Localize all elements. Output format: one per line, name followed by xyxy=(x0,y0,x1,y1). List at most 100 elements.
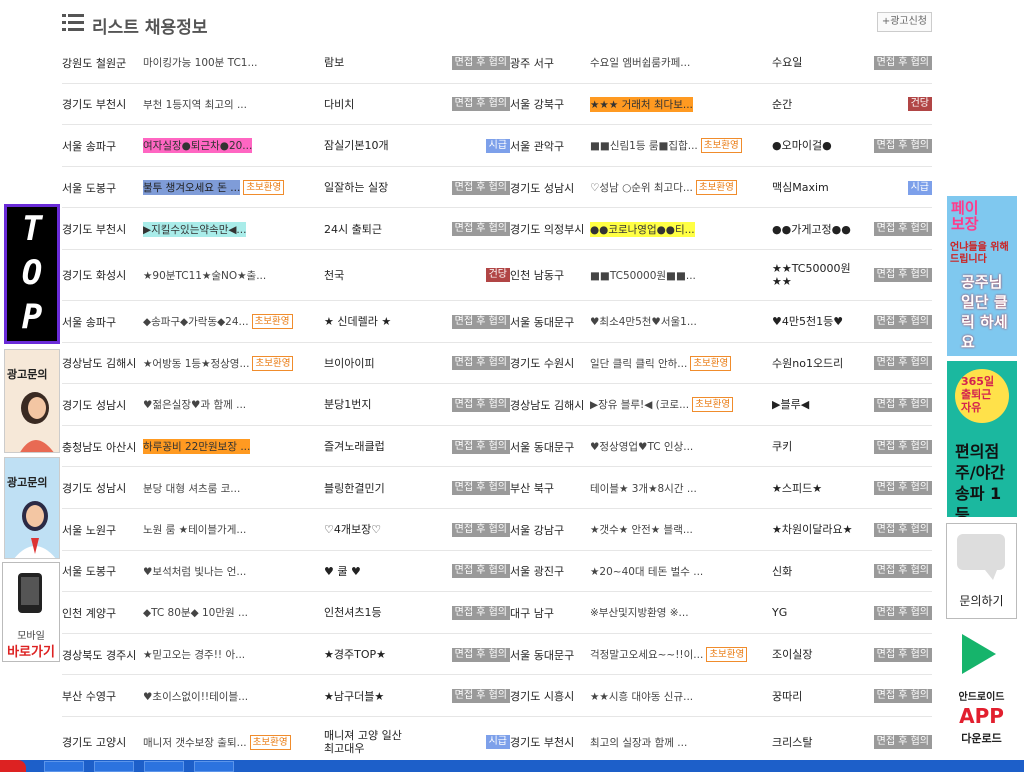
listing-shop-name[interactable]: 신화 xyxy=(772,551,862,593)
listing-region: 서울 동대문구 xyxy=(510,648,575,662)
listing-shop-name[interactable]: 브이아이피 xyxy=(324,343,414,385)
page-title-part2: 채용정보 xyxy=(144,18,208,38)
pay-badge: 면접 후 협의 xyxy=(451,481,510,496)
listing-region: 경기도 시흥시 xyxy=(510,690,575,704)
listing-shop-name[interactable]: ♥4만5천1등♥ xyxy=(772,301,862,343)
listing-title-link[interactable]: ♡성남 ○순위 최고다... 초보환영 xyxy=(590,167,737,209)
banner1-subtitle: 언냐들을 위해드립니다 xyxy=(950,242,1009,265)
listing-shop-name[interactable]: ♡4개보장♡ xyxy=(324,509,414,551)
listing-region: 부산 수영구 xyxy=(62,690,117,704)
listing-shop-name[interactable]: 일잘하는 실장 xyxy=(324,167,414,209)
listing-shop-name[interactable]: ★경주TOP★ xyxy=(324,634,414,676)
listing-shop-name[interactable]: ★남구더블★ xyxy=(324,675,414,717)
listing-title-link[interactable]: ●●코로나영업●●티... xyxy=(590,208,695,250)
woman-illustration-icon xyxy=(20,392,54,452)
listing-title-link[interactable]: 부천 1등지역 최고의 ... xyxy=(143,84,247,126)
listing-shop-name[interactable]: 수요일 xyxy=(772,42,862,84)
listing-title-link[interactable]: 분당 대형 셔츠룸 코... xyxy=(143,467,240,509)
beginner-welcome-badge: 초보환영 xyxy=(692,397,734,413)
listing-title-link[interactable]: ★갯수★ 안전★ 블랙... xyxy=(590,509,693,551)
listing-title-link[interactable]: ★90분TC11★술NO★출... xyxy=(143,250,266,301)
contact-button[interactable]: 문의하기 xyxy=(946,523,1017,619)
listing-shop-name[interactable]: 다비치 xyxy=(324,84,414,126)
taskbar-app[interactable] xyxy=(194,761,234,772)
taskbar-app[interactable] xyxy=(44,761,84,772)
listing-title-link[interactable]: 노원 룸 ★테이블가게... xyxy=(143,509,246,551)
ad-inquiry-banner-1[interactable]: 광고문의 xyxy=(4,349,60,453)
top-button-label: TOP xyxy=(7,207,57,341)
listing-title: ♥최소4만5천♥서울1... xyxy=(590,316,697,329)
listing-shop-name[interactable]: 즐겨노래클럽 xyxy=(324,426,414,468)
ad-inquiry-banner-2[interactable]: 광고문의 xyxy=(4,457,60,559)
listing-shop-name[interactable]: 블링한결민기 xyxy=(324,467,414,509)
listing-shop-name[interactable]: ▶블루◀ xyxy=(772,384,862,426)
listing-title-link[interactable]: ★★시흥 대야동 신규... xyxy=(590,675,693,717)
listing-shop-name[interactable]: 인천셔츠1등 xyxy=(324,592,414,634)
listing-title-link[interactable]: ♥정상영업♥TC 인상... xyxy=(590,426,693,468)
listing-shop-name[interactable]: 잠실기본10개 xyxy=(324,125,414,167)
listing-shop-name[interactable]: 천국 xyxy=(324,250,414,301)
listing-title-link[interactable]: ★★★ 거래처 최다보... xyxy=(590,84,693,126)
listing-shop-name[interactable]: 24시 출퇴근 xyxy=(324,208,414,250)
listing-title-link[interactable]: 여자실장●퇴근차●20... xyxy=(143,125,253,167)
listing-title-link[interactable]: 하루꽁비 22만원보장 ... xyxy=(143,426,251,468)
listing-shop-name[interactable]: 꿍따리 xyxy=(772,675,862,717)
listing-title-link[interactable]: ▶지킬수있는약속만◀... xyxy=(143,208,247,250)
listing-title-link[interactable]: ■■신림1등 룸■집합... 초보환영 xyxy=(590,125,742,167)
listing-title: ♥정상영업♥TC 인상... xyxy=(590,441,694,454)
listing-shop-name[interactable]: ●오마이걸● xyxy=(772,125,862,167)
listing-title-link[interactable]: ■■TC50000원■■... xyxy=(590,250,696,301)
listing-region: 인천 계양구 xyxy=(62,606,117,620)
listing-shop-name[interactable]: YG xyxy=(772,592,862,634)
listing-shop-name[interactable]: ★ 신데렐라 ★ xyxy=(324,301,414,343)
listing-title-link[interactable]: 걱정말고오세요~~!!이... 초보환영 xyxy=(590,634,748,676)
listing-title: ▶장유 블루!◀ (코로... xyxy=(590,399,690,412)
taskbar-app[interactable] xyxy=(94,761,134,772)
list-header: 리스트 채용정보 +광고신청 xyxy=(62,10,932,38)
listing-shop-name[interactable]: 맥심Maxim xyxy=(772,167,862,209)
listing-shop-name[interactable]: 순간 xyxy=(772,84,862,126)
listing-shop-name[interactable]: ★스피드★ xyxy=(772,467,862,509)
listing-shop-name[interactable]: 쿠키 xyxy=(772,426,862,468)
listing-shop-name[interactable]: 람보 xyxy=(324,42,414,84)
listing-title-link[interactable]: 수요일 엠버쉽룸카페... xyxy=(590,42,690,84)
right-banner-pay-guarantee[interactable]: 페이보장 언냐들을 위해드립니다 공주님 일단 클릭 하세요 xyxy=(947,196,1017,356)
mobile-shortcut-button[interactable]: 모바일 바로가기 xyxy=(2,562,60,662)
listing-title-link[interactable]: ◆TC 80분◆ 10만원 ... xyxy=(143,592,248,634)
taskbar-app[interactable] xyxy=(144,761,184,772)
listing-region: 경기도 성남시 xyxy=(510,181,575,195)
listing-shop-name[interactable]: ★★TC50000원★★ xyxy=(772,250,862,301)
listing-shop-name[interactable]: 수원no1오드리 xyxy=(772,343,862,385)
listing-title-link[interactable]: 테이블★ 3개★8시간 ... xyxy=(590,467,697,509)
right-banner-convenience[interactable]: 365일 출퇴근 자유 편의점 주/야간 송파 1등 xyxy=(947,361,1017,517)
listing-title-link[interactable]: ★믿고오는 경주!! 아... xyxy=(143,634,245,676)
listing-title: ◆TC 80분◆ 10만원 ... xyxy=(143,607,249,620)
listing-title-link[interactable]: ◆송파구◆가락동◆24... 초보환영 xyxy=(143,301,293,343)
listing-title-link[interactable]: ♥보석처럼 빛나는 언... xyxy=(143,551,246,593)
listing-title-link[interactable]: ★어방동 1등★정상영... 초보환영 xyxy=(143,343,294,385)
listing-title: 일단 클릭 클릭 안하... xyxy=(590,357,688,370)
listing-title-link[interactable]: ♥최소4만5천♥서울1... xyxy=(590,301,697,343)
mobile-link-label: 바로가기 xyxy=(7,645,55,660)
top-button[interactable]: TOP xyxy=(4,204,60,344)
listing-title: ♥보석처럼 빛나는 언... xyxy=(143,565,247,578)
listing-title: ★★시흥 대야동 신규... xyxy=(590,690,694,703)
listing-title-link[interactable]: ▶장유 블루!◀ (코로... 초보환영 xyxy=(590,384,734,426)
listing-title-link[interactable]: 마이킹가능 100분 TC1... xyxy=(143,42,258,84)
listing-shop-name[interactable]: ♥ 쿨 ♥ xyxy=(324,551,414,593)
listing-title-link[interactable]: 일단 클릭 클릭 안하... 초보환영 xyxy=(590,343,732,385)
listing-title-link[interactable]: ♥젊은실장♥과 함께 ... xyxy=(143,384,246,426)
listing-title-link[interactable]: ※부산및지방환영 ※... xyxy=(590,592,689,634)
start-button[interactable] xyxy=(0,760,26,772)
os-taskbar xyxy=(0,760,1024,772)
listing-shop-name[interactable]: ★차원이달라요★ xyxy=(772,509,862,551)
listing-title-link[interactable]: ♥초이스없이!!테이블... xyxy=(143,675,248,717)
listing-shop-name[interactable]: 조이실장 xyxy=(772,634,862,676)
listing-title-link[interactable]: ★20~40대 테돈 벌수 ... xyxy=(590,551,703,593)
listing-title-link[interactable]: 불투 챙겨오세요 돈 ... 초보환영 xyxy=(143,167,285,209)
android-app-download[interactable]: 안드로이드 APP 다운로드 xyxy=(946,626,1017,756)
listing-shop-name[interactable]: ●●가게고정●● xyxy=(772,208,862,250)
page-title-part1: 리스트 xyxy=(92,18,139,38)
ad-request-button[interactable]: +광고신청 xyxy=(876,12,932,32)
listing-shop-name[interactable]: 분당1번지 xyxy=(324,384,414,426)
